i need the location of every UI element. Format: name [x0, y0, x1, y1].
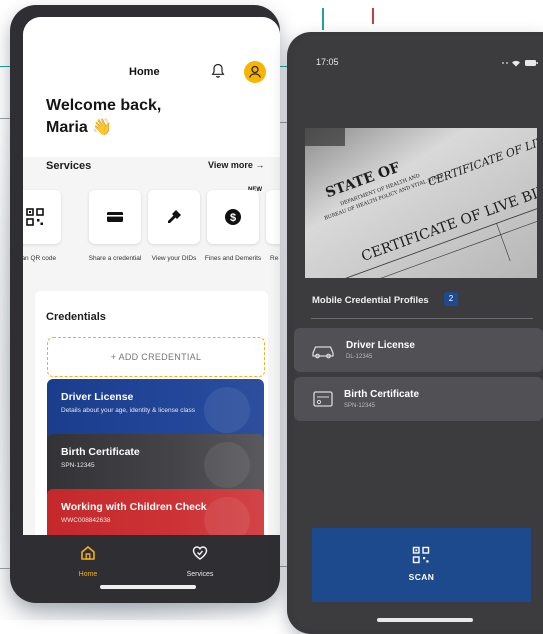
tab-bar: Home Services: [10, 535, 280, 603]
certificate-photo: STATE OF DEPARTMENT OF HEALTH AND BUREAU…: [305, 128, 537, 278]
service-view-dids[interactable]: View your DIDs: [148, 190, 200, 286]
service-label: Fines and Demerits: [204, 255, 262, 262]
view-more-link[interactable]: View more →: [208, 160, 264, 170]
right-phone: 17:05 STATE OF DEPARTMENT OF HEALTH AND …: [287, 32, 543, 634]
service-share-credential[interactable]: Share a credential: [89, 190, 141, 286]
decor-red-line: [372, 8, 374, 24]
birth-certificate-image: STATE OF DEPARTMENT OF HEALTH AND BUREAU…: [305, 128, 537, 278]
battery-icon: [525, 60, 536, 66]
wallet-screen: 17:05 STATE OF DEPARTMENT OF HEALTH AND …: [294, 36, 543, 630]
tab-label: Services: [186, 571, 214, 578]
credential-title: Working with Children Check: [61, 501, 207, 513]
service-label: Scan QR code: [23, 255, 57, 262]
service-card: [148, 190, 200, 244]
service-card: [266, 190, 280, 244]
scan-button[interactable]: SCAN: [312, 528, 531, 602]
welcome-line-1: Welcome back,: [46, 97, 162, 114]
welcome-line-2: Maria 👋: [46, 119, 113, 136]
tab-home[interactable]: Home: [58, 545, 118, 578]
avatar[interactable]: [244, 61, 266, 83]
tab-services[interactable]: Services: [170, 545, 230, 578]
left-phone: Home Welcome back, Maria 👋 Services View…: [10, 5, 280, 603]
credential-title: Birth Certificate: [61, 446, 140, 458]
user-icon: [248, 65, 262, 78]
profile-birth-certificate[interactable]: Birth Certificate SPN-12345: [294, 377, 543, 421]
credential-title: Driver License: [61, 391, 134, 403]
home-indicator: [377, 618, 473, 622]
bell-icon[interactable]: [211, 63, 225, 79]
service-card: [23, 190, 61, 244]
profile-title: Birth Certificate: [344, 389, 420, 400]
decor-teal-line: [322, 8, 324, 30]
profiles-heading: Mobile Credential Profiles: [312, 295, 429, 306]
profile-subtitle: DL-12345: [346, 354, 373, 360]
service-label: Share a credential: [88, 255, 142, 262]
services-heading: Services: [46, 160, 92, 172]
service-fines-demerits[interactable]: $ Fines and Demerits: [205, 190, 261, 286]
profile-subtitle: SPN-12345: [344, 403, 376, 409]
qr-icon: [26, 208, 44, 226]
car-icon: [312, 346, 334, 359]
welcome-message: Welcome back, Maria 👋: [46, 95, 161, 139]
profiles-count-badge: 2: [444, 292, 458, 306]
svg-text:$: $: [230, 212, 236, 224]
crest-watermark-icon: [204, 387, 250, 433]
credential-subtitle: SPN-12345: [61, 462, 95, 469]
dollar-icon: $: [225, 209, 241, 225]
scan-label: SCAN: [408, 572, 435, 582]
crest-watermark-icon: [204, 497, 250, 535]
service-card: [89, 190, 141, 244]
page-title: Home: [129, 66, 160, 78]
home-screen: Home Welcome back, Maria 👋 Services View…: [23, 17, 280, 535]
divider: [311, 318, 533, 319]
service-scan-qr[interactable]: Scan QR code: [23, 190, 61, 286]
service-more[interactable]: Re: [266, 190, 280, 286]
key-icon: [168, 210, 181, 223]
profile-driver-license[interactable]: Driver License DL-12345: [294, 328, 543, 372]
add-credential-button[interactable]: + ADD CREDENTIAL: [47, 337, 265, 377]
profile-title: Driver License: [346, 340, 415, 351]
credential-subtitle: Details about your age, identity & licen…: [61, 407, 196, 414]
credential-subtitle: WWC008842638: [61, 517, 111, 524]
crest-watermark-icon: [204, 442, 250, 488]
service-label: View your DIDs: [151, 255, 197, 262]
status-time: 17:05: [316, 57, 339, 67]
tab-label: Home: [78, 571, 98, 578]
credential-card-wwc[interactable]: Working with Children Check WWC008842638: [47, 489, 264, 535]
qr-icon: [412, 546, 430, 564]
status-icons: [502, 60, 538, 67]
heart-icon: [192, 546, 208, 560]
wifi-icon: [512, 60, 520, 67]
credentials-heading: Credentials: [46, 311, 106, 323]
home-indicator: [100, 585, 196, 589]
home-icon: [81, 546, 95, 560]
service-card: $: [207, 190, 259, 244]
certificate-icon: [313, 391, 333, 407]
service-label: Re: [270, 255, 279, 262]
card-icon: [107, 212, 123, 222]
